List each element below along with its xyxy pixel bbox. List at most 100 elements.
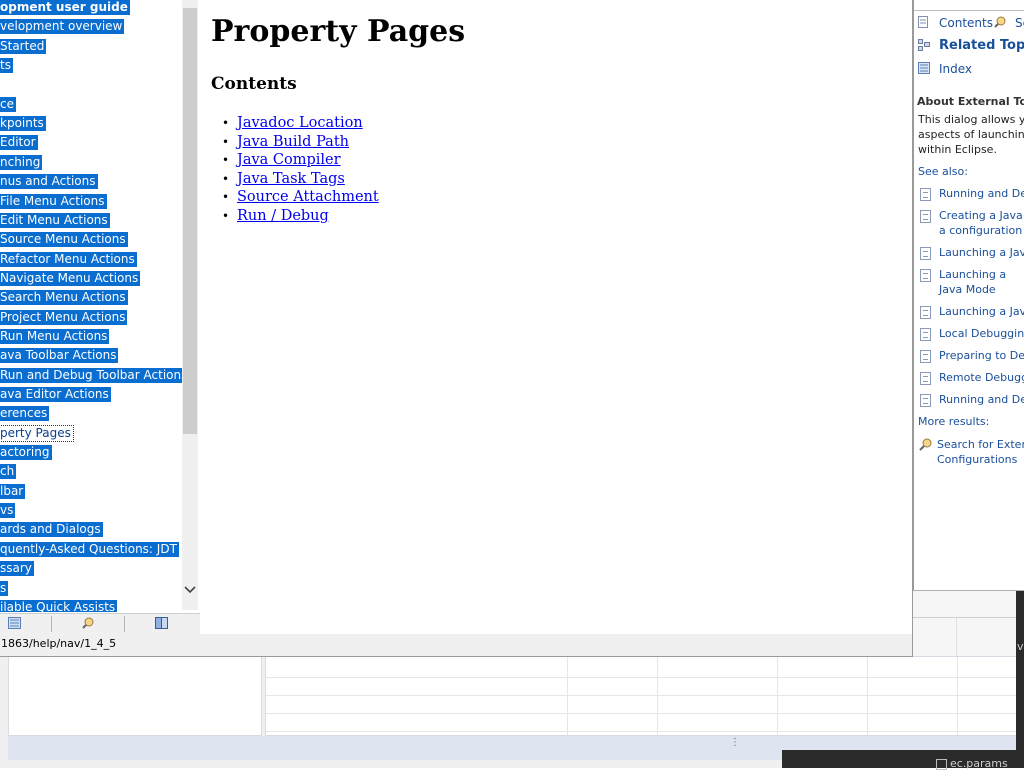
bookmarks-tab-icon: [155, 617, 168, 629]
search-external-text: Search for Extern Configurations: [937, 438, 1024, 466]
about-description: This dialog allows yo aspects of launchi…: [918, 113, 1024, 156]
toc-navigation-pane: opment user guide velopment overview Start…: [0, 0, 200, 612]
content-link[interactable]: Java Compiler: [236, 152, 341, 168]
toc-item[interactable]: Run Menu Actions: [0, 328, 110, 344]
table-col-line: [567, 657, 568, 735]
toc-item[interactable]: ava Toolbar Actions: [0, 348, 119, 364]
toc-item[interactable]: ava Editor Actions: [0, 387, 111, 402]
content-list-item: • Java Build Path: [222, 133, 379, 152]
toc-item[interactable]: s: [0, 580, 9, 596]
toc-item[interactable]: Run and Debug Toolbar Actions: [0, 367, 190, 383]
related-topics-label: Related Topics: [939, 38, 1024, 53]
workbench-right-area: [912, 590, 1016, 656]
toc-item[interactable]: perty Pages: [0, 424, 74, 442]
chevron-down-icon[interactable]: [182, 582, 198, 600]
document-icon: [920, 269, 931, 282]
index-label: Index: [939, 62, 973, 76]
toc-item[interactable]: ch: [0, 464, 17, 480]
toc-item[interactable]: nus and Actions: [0, 174, 98, 190]
table-col-line: [777, 657, 778, 735]
toc-item[interactable]: Edit Menu Actions: [0, 212, 110, 228]
see-also-link-text: Launching a Java: [939, 246, 1024, 259]
index-icon: [918, 62, 930, 74]
content-link[interactable]: Java Task Tags: [236, 171, 345, 187]
search-label: Se: [1015, 16, 1024, 30]
toc-item[interactable]: [0, 77, 2, 92]
toc-item[interactable]: ssary: [0, 561, 34, 577]
file-icon: [936, 759, 947, 770]
see-also-link-text: Preparing to Deb: [939, 349, 1024, 362]
toc-item[interactable]: Navigate Menu Actions: [0, 270, 141, 286]
bullet-icon: •: [222, 171, 230, 186]
toc-item[interactable]: velopment overview: [0, 19, 125, 35]
toc-item[interactable]: Project Menu Actions: [0, 309, 128, 325]
bullet-icon: •: [222, 190, 230, 205]
content-list-item: • Java Task Tags: [222, 170, 379, 189]
content-link[interactable]: Source Attachment: [236, 189, 379, 205]
document-icon: [920, 394, 931, 407]
toc-item[interactable]: kpoints: [0, 116, 46, 132]
toc-item[interactable]: Refactor Menu Actions: [0, 251, 137, 267]
toc-item[interactable]: lbar: [0, 483, 26, 499]
document-icon: [920, 210, 931, 223]
more-results-label: More results:: [918, 415, 990, 428]
content-list-item: • Source Attachment: [222, 188, 379, 207]
related-topics-icon: [918, 39, 930, 51]
content-link[interactable]: Run / Debug: [236, 208, 329, 224]
toc-scrollbar[interactable]: ▴: [182, 0, 198, 610]
contents-label: Contents: [939, 16, 993, 30]
resize-grip-icon[interactable]: ⋮: [730, 738, 740, 748]
dark-view-edge: [1016, 590, 1024, 768]
bullet-icon: •: [222, 134, 230, 149]
see-also-label: See also:: [918, 165, 968, 178]
help-window: opment user guide velopment overview Start…: [0, 0, 913, 657]
document-icon: [920, 188, 931, 201]
toc-item[interactable]: opment user guide: [0, 0, 130, 15]
search-icon: [919, 438, 932, 451]
toc-item[interactable]: ards and Dialogs: [0, 522, 103, 538]
content-list-item: • Java Compiler: [222, 151, 379, 170]
document-icon: [920, 372, 931, 385]
toc-item[interactable]: ilable Quick Assists: [0, 599, 118, 612]
table-col-line: [657, 657, 658, 735]
file-label[interactable]: ec.params: [950, 757, 1008, 770]
view-toolbar-edge: [914, 0, 1024, 11]
toc-item[interactable]: ts: [0, 58, 13, 74]
toc-item[interactable]: vs: [0, 503, 16, 519]
toc-item[interactable]: erences: [0, 406, 50, 422]
bullet-icon: •: [222, 153, 230, 168]
help-status-bar: 1863/help/nav/1_4_5: [0, 634, 912, 656]
table-col-line: [867, 657, 868, 735]
toc-item[interactable]: ce: [0, 96, 16, 112]
content-link[interactable]: Java Build Path: [236, 134, 349, 150]
workbench-table-panel: [265, 656, 1017, 736]
workbench-left-panel: [8, 656, 262, 736]
toc-item[interactable]: nching: [0, 154, 43, 170]
table-col-line: [957, 657, 958, 735]
about-heading: About External Tool: [917, 95, 1024, 108]
toc-item[interactable]: actoring: [0, 445, 52, 461]
see-also-link-text: Running and De: [939, 187, 1024, 200]
toc-item[interactable]: Source Menu Actions: [0, 232, 128, 248]
search-results-tab-icon: [82, 617, 94, 629]
toc-item[interactable]: File Menu Actions: [0, 193, 107, 209]
table-row-line: [266, 731, 1016, 732]
search-results-tab[interactable]: [52, 614, 100, 634]
see-also-link-text: Remote Debugg: [939, 371, 1024, 384]
toc-item[interactable]: Editor: [0, 135, 38, 151]
toc-item[interactable]: Started: [0, 38, 47, 54]
document-icon: [920, 350, 931, 363]
page-title: Property Pages: [211, 14, 466, 49]
scrollbar-thumb[interactable]: [183, 8, 197, 434]
contents-icon: [918, 16, 928, 28]
search-icon: [994, 16, 1006, 28]
toc-item[interactable]: Search Menu Actions: [0, 290, 128, 306]
document-icon: [920, 328, 931, 341]
divider: [956, 618, 957, 656]
scroll-up-icon[interactable]: ▴: [182, 0, 198, 3]
see-also-link-text: Creating a Java a configuration: [939, 209, 1023, 237]
contents-tab[interactable]: [0, 614, 48, 634]
toc-item[interactable]: quently-Asked Questions: JDT: [0, 541, 179, 557]
bookmarks-tab[interactable]: [125, 614, 173, 634]
content-link[interactable]: Javadoc Location: [236, 115, 363, 131]
